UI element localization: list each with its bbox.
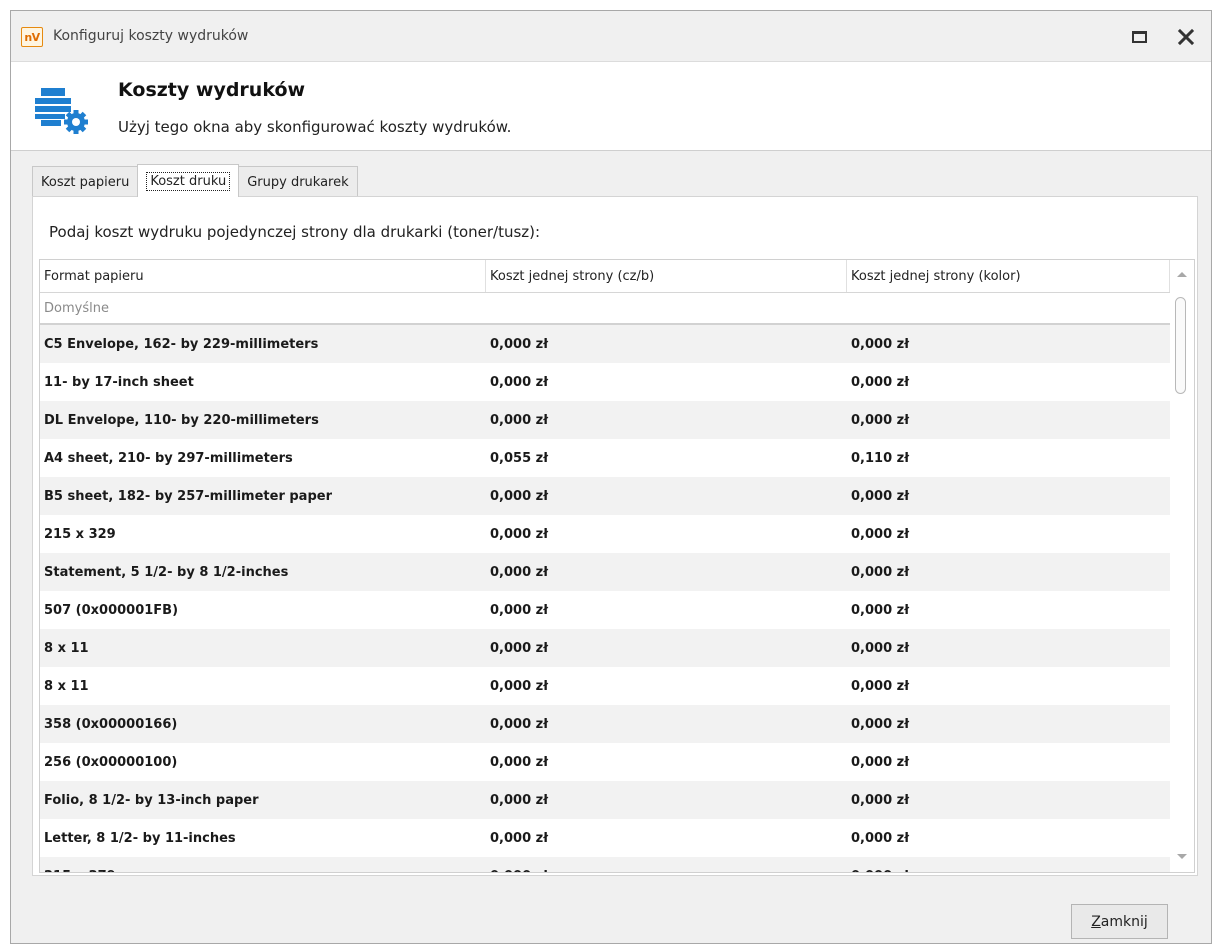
cell-cost-bw[interactable]: 0,000 zł [486, 413, 847, 428]
tab-label: Grupy drukarek [247, 174, 349, 190]
maximize-icon [1131, 31, 1147, 43]
scroll-thumb[interactable] [1175, 297, 1186, 394]
cell-paper-format[interactable]: DL Envelope, 110- by 220-millimeters [40, 413, 486, 428]
app-logo-icon: nV [21, 27, 43, 47]
vertical-scrollbar[interactable] [1171, 260, 1194, 872]
table-row[interactable]: 215 x 2790,000 zł0,000 zł [40, 857, 1170, 873]
instruction-text: Podaj koszt wydruku pojedynczej strony d… [49, 223, 541, 241]
column-header-cost-bw[interactable]: Koszt jednej strony (cz/b) [486, 260, 847, 292]
close-button[interactable]: Zamknij [1071, 904, 1168, 939]
column-header-cost-color[interactable]: Koszt jednej strony (kolor) [847, 260, 1170, 292]
table-row[interactable]: 8 x 11 0,000 zł 0,000 zł [40, 629, 1170, 667]
cell-cost-bw[interactable]: 0,000 zł [486, 679, 847, 694]
table-row[interactable]: 507 (0x000001FB) 0,000 zł 0,000 zł [40, 591, 1170, 629]
printer-settings-icon [35, 88, 88, 134]
cell-cost-bw[interactable]: 0,000 zł [486, 831, 847, 846]
dialog-window: nV Konfiguruj koszty wydruków Koszty wyd… [10, 10, 1212, 944]
cell-paper-format[interactable]: 8 x 11 [40, 641, 486, 656]
cell-paper-format[interactable]: 215 x 279 [40, 869, 486, 873]
tab-paper-cost[interactable]: Koszt papieru [32, 166, 139, 197]
cell-cost-bw[interactable]: 0,000 zł [486, 489, 847, 504]
cell-cost-color[interactable]: 0,000 zł [847, 869, 1170, 873]
cell-paper-format[interactable]: 215 x 329 [40, 527, 486, 542]
cell-paper-format[interactable]: 11- by 17-inch sheet [40, 375, 486, 390]
cell-cost-bw[interactable]: 0,000 zł [486, 869, 847, 873]
table-row[interactable]: 358 (0x00000166) 0,000 zł 0,000 zł [40, 705, 1170, 743]
cell-cost-bw[interactable]: 0,000 zł [486, 565, 847, 580]
cell-cost-color[interactable]: 0,000 zł [847, 413, 1170, 428]
cell-cost-color[interactable]: 0,000 zł [847, 375, 1170, 390]
header-subtitle: Użyj tego okna aby skonfigurować koszty … [118, 118, 512, 136]
table-row[interactable]: A4 sheet, 210- by 297-millimeters 0,055 z… [40, 439, 1170, 477]
table-row[interactable]: 256 (0x00000100) 0,000 zł 0,000 zł [40, 743, 1170, 781]
cell-cost-bw[interactable]: 0,000 zł [486, 603, 847, 618]
cell-cost-color[interactable]: 0,000 zł [847, 337, 1170, 352]
table-row[interactable]: C5 Envelope, 162- by 229-millimeters 0,00… [40, 325, 1170, 363]
cell-cost-bw[interactable]: 0,055 zł [486, 451, 847, 466]
header-title: Koszty wydruków [118, 79, 306, 101]
table-row[interactable]: DL Envelope, 110- by 220-millimeters 0,00… [40, 401, 1170, 439]
cell-paper-format[interactable]: Statement, 5 1/2- by 8 1/2-inches [40, 565, 486, 580]
tab-print-cost[interactable]: Koszt druku [137, 164, 240, 197]
table-row[interactable]: 215 x 329 0,000 zł 0,000 zł [40, 515, 1170, 553]
cell-cost-bw[interactable]: 0,000 zł [486, 527, 847, 542]
tab-strip: Koszt papieru Koszt druku Grupy drukarek [32, 164, 358, 197]
maximize-button[interactable] [1124, 24, 1154, 50]
table-row[interactable]: Folio, 8 1/2- by 13-inch paper 0,000 zł 0,… [40, 781, 1170, 819]
cell-cost-bw[interactable]: 0,000 zł [486, 755, 847, 770]
cell-cost-color[interactable]: 0,000 zł [847, 489, 1170, 504]
table-row[interactable]: B5 sheet, 182- by 257-millimeter paper 0,… [40, 477, 1170, 515]
table-row[interactable]: 11- by 17-inch sheet 0,000 zł 0,000 zł [40, 363, 1170, 401]
dialog-header: Koszty wydruków Użyj tego okna aby skonf… [11, 61, 1211, 151]
close-button-accelerator: Z [1091, 913, 1101, 930]
cell-paper-format[interactable]: Letter, 8 1/2- by 11-inches [40, 831, 486, 846]
cell-cost-color[interactable]: 0,000 zł [847, 717, 1170, 732]
column-header-paper-format[interactable]: Format papieru [40, 260, 486, 292]
tab-label: Koszt papieru [41, 174, 130, 190]
window-title: Konfiguruj koszty wydruków [53, 28, 249, 44]
cell-cost-bw[interactable]: 0,000 zł [486, 337, 847, 352]
cell-cost-color[interactable]: 0,000 zł [847, 565, 1170, 580]
cell-paper-format[interactable]: A4 sheet, 210- by 297-millimeters [40, 451, 486, 466]
cell-cost-color[interactable]: 0,000 zł [847, 603, 1170, 618]
table-row[interactable]: 8 x 11 0,000 zł 0,000 zł [40, 667, 1170, 705]
cell-paper-format[interactable]: 8 x 11 [40, 679, 486, 694]
cell-cost-color[interactable]: 0,000 zł [847, 793, 1170, 808]
tab-panel: Podaj koszt wydruku pojedynczej strony d… [32, 196, 1198, 876]
close-window-button[interactable] [1171, 24, 1201, 50]
cell-cost-color[interactable]: 0,000 zł [847, 679, 1170, 694]
tab-label: Koszt druku [146, 171, 231, 191]
title-bar: nV Konfiguruj koszty wydruków [11, 11, 1211, 61]
cell-cost-bw[interactable]: 0,000 zł [486, 375, 847, 390]
close-button-label: amknij [1100, 913, 1148, 930]
group-row-default[interactable]: Domyślne [40, 293, 1170, 325]
cell-cost-bw[interactable]: 0,000 zł [486, 717, 847, 732]
cell-paper-format[interactable]: 358 (0x00000166) [40, 717, 486, 732]
grid-header: Format papieru Koszt jednej strony (cz/b… [40, 260, 1170, 293]
grid-rows: C5 Envelope, 162- by 229-millimeters 0,00… [40, 325, 1170, 873]
cell-cost-color[interactable]: 0,000 zł [847, 755, 1170, 770]
tab-printer-groups[interactable]: Grupy drukarek [238, 166, 358, 197]
cell-paper-format[interactable]: 507 (0x000001FB) [40, 603, 486, 618]
cell-cost-bw[interactable]: 0,000 zł [486, 641, 847, 656]
cell-cost-color[interactable]: 0,000 zł [847, 641, 1170, 656]
table-row[interactable]: Letter, 8 1/2- by 11-inches 0,000 zł 0,000… [40, 819, 1170, 857]
table-row[interactable]: Statement, 5 1/2- by 8 1/2-inches 0,000 z… [40, 553, 1170, 591]
scroll-down-arrow-icon[interactable] [1177, 854, 1187, 859]
scroll-up-arrow-icon[interactable] [1177, 272, 1187, 277]
cell-cost-color[interactable]: 0,110 zł [847, 451, 1170, 466]
cell-paper-format[interactable]: B5 sheet, 182- by 257-millimeter paper [40, 489, 486, 504]
cell-cost-color[interactable]: 0,000 zł [847, 527, 1170, 542]
close-icon [1177, 28, 1195, 46]
cost-grid[interactable]: Format papieru Koszt jednej strony (cz/b… [39, 259, 1195, 873]
cell-cost-color[interactable]: 0,000 zł [847, 831, 1170, 846]
cell-paper-format[interactable]: C5 Envelope, 162- by 229-millimeters [40, 337, 486, 352]
cell-paper-format[interactable]: Folio, 8 1/2- by 13-inch paper [40, 793, 486, 808]
cell-cost-bw[interactable]: 0,000 zł [486, 793, 847, 808]
cell-paper-format[interactable]: 256 (0x00000100) [40, 755, 486, 770]
